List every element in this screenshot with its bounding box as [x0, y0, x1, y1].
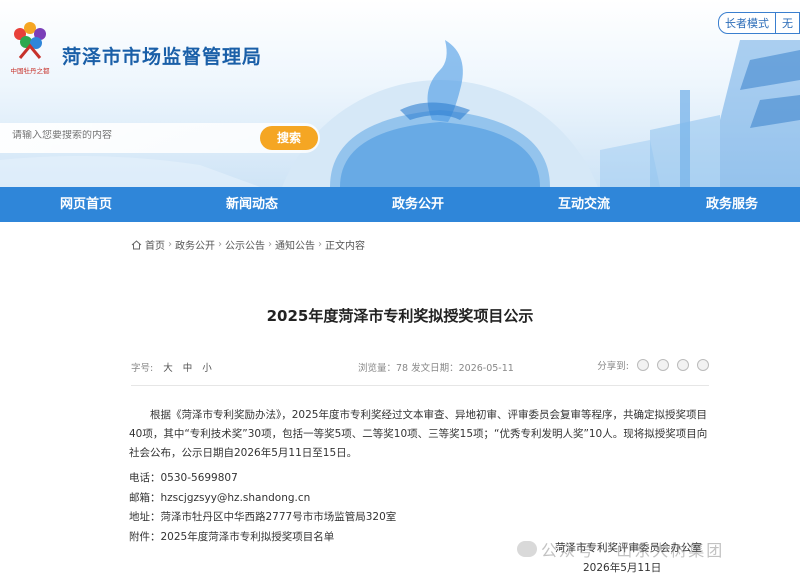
breadcrumb-home[interactable]: 首页: [145, 237, 165, 252]
share-label: 分享到:: [597, 361, 629, 372]
breadcrumb-current: 正文内容: [325, 241, 365, 252]
watermark: 公众号 · 山东大树集团: [517, 537, 724, 561]
nav-item-news[interactable]: 新闻动态: [172, 187, 332, 222]
nav-item-government-affairs[interactable]: 政务公开: [332, 187, 504, 222]
nav-item-services[interactable]: 政务服务: [664, 187, 800, 222]
wechat-icon: [517, 541, 537, 557]
breadcrumb-separator: ›: [218, 239, 222, 250]
breadcrumb: 首页 › 政务公开 › 公示公告 › 通知公告 › 正文内容: [131, 237, 365, 252]
view-count-and-date: 浏览量：78 发文日期：2026-05-11: [358, 363, 514, 374]
contact-email[interactable]: 邮箱：hzscjgzsyy@hz.shandong.cn: [129, 489, 711, 509]
home-icon: [131, 239, 142, 249]
article-meta: 字号: 大 中 小 浏览量：78 发文日期：2026-05-11 分享到:: [131, 358, 709, 386]
breadcrumb-notices[interactable]: 通知公告: [275, 237, 315, 252]
top-links: 长者模式 无: [718, 12, 800, 34]
qq-icon[interactable]: [637, 359, 649, 371]
font-size-large[interactable]: 大: [163, 360, 173, 374]
search-input[interactable]: [12, 130, 242, 141]
font-size-controls: 字号: 大 中 小: [131, 360, 212, 374]
elder-mode-link[interactable]: 长者模式: [718, 12, 776, 34]
contact-phone: 电话：0530-5699807: [129, 472, 238, 484]
peony-logo-icon: 中国牡丹之都: [11, 22, 51, 75]
logo-caption: 中国牡丹之都: [11, 66, 51, 75]
nav-item-home[interactable]: 网页首页: [0, 187, 172, 222]
wechat-icon[interactable]: [677, 359, 689, 371]
search-box: 搜索: [0, 123, 320, 153]
article-paragraph: 根据《菏泽市专利奖励办法》，2025年度市专利奖经过文本审查、异地初审、评审委员…: [129, 409, 708, 459]
share-bar: 分享到:: [597, 358, 709, 372]
breadcrumb-separator: ›: [268, 239, 272, 250]
font-size-label: 字号:: [131, 363, 154, 374]
article-title: 2025年度菏泽市专利奖拟授奖项目公示: [266, 307, 534, 325]
breadcrumb-separator: ›: [318, 239, 322, 250]
banner-illustration: [0, 40, 800, 187]
qzone-icon[interactable]: [697, 359, 709, 371]
contact-address: 地址：菏泽市牡丹区中华西路2777号市市场监管局320室: [129, 511, 397, 523]
nav-item-interaction[interactable]: 互动交流: [504, 187, 664, 222]
city-logo[interactable]: 中国牡丹之都: [6, 18, 54, 80]
watermark-text: 公众号 · 山东大树集团: [541, 541, 725, 560]
signature-date: 2026年5月11日: [583, 562, 662, 574]
breadcrumb-government-affairs[interactable]: 政务公开: [175, 237, 215, 252]
font-size-medium[interactable]: 中: [183, 360, 193, 374]
breadcrumb-announcements[interactable]: 公示公告: [225, 237, 265, 252]
accessibility-link[interactable]: 无: [776, 12, 800, 34]
site-title[interactable]: 菏泽市市场监督管理局: [62, 42, 262, 69]
article-body: 根据《菏泽市专利奖励办法》，2025年度市专利奖经过文本审查、异地初审、评审委员…: [129, 406, 711, 547]
header-banner: 中国牡丹之都 菏泽市市场监督管理局 长者模式 无 搜索: [0, 0, 800, 187]
main-nav: 网页首页 新闻动态 政务公开 互动交流 政务服务: [0, 187, 800, 222]
font-size-small[interactable]: 小: [202, 360, 212, 374]
breadcrumb-separator: ›: [168, 239, 172, 250]
weibo-icon[interactable]: [657, 359, 669, 371]
search-button[interactable]: 搜索: [260, 126, 318, 150]
